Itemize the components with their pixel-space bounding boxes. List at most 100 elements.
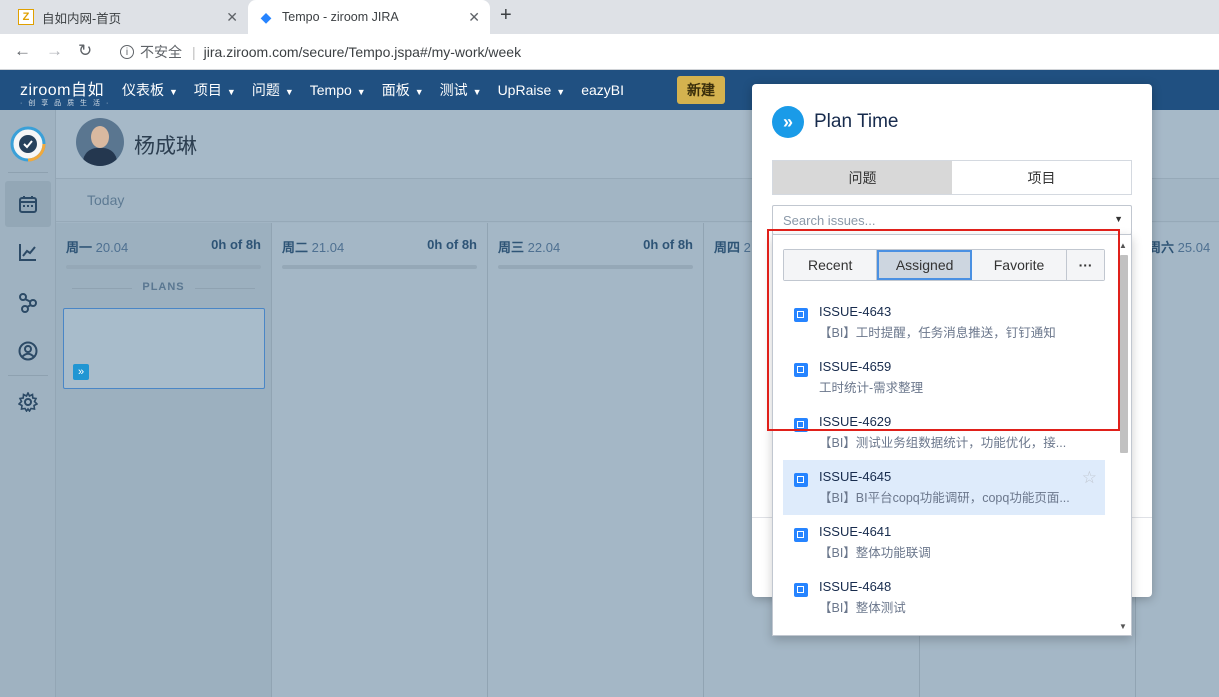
scroll-up-icon[interactable]: ▲ <box>1119 241 1127 250</box>
ziroom-favicon-icon: Z <box>18 9 34 25</box>
star-icon[interactable]: ☆ <box>1082 468 1097 488</box>
issue-key: ISSUE-4643 <box>819 304 892 319</box>
menu-issues[interactable]: 问题 ▼ <box>252 80 294 100</box>
day-hours: 0h of 8h <box>211 237 261 252</box>
url-field[interactable]: i 不安全 | jira.ziroom.com/secure/Tempo.jsp… <box>108 38 1218 66</box>
ziroom-logo[interactable]: ziroom自如 · 创 享 品 质 生 活 · <box>20 76 110 108</box>
chevron-down-icon: ▼ <box>226 87 236 97</box>
filter-favorite-button[interactable]: Favorite <box>971 250 1068 280</box>
avatar[interactable] <box>76 118 124 166</box>
menu-dashboard[interactable]: 仪表板 ▼ <box>122 80 178 100</box>
info-icon[interactable]: i <box>120 45 134 59</box>
new-tab-icon[interactable]: + <box>500 4 512 27</box>
browser-tab-jira[interactable]: ◆ Tempo - ziroom JIRA ✕ <box>248 0 490 34</box>
dropdown-scrollbar[interactable]: ▲ ▼ <box>1119 241 1129 631</box>
user-icon[interactable] <box>14 337 42 365</box>
day-date: 25.04 <box>1177 240 1211 255</box>
issue-key: ISSUE-4645 <box>819 469 892 484</box>
menu-label: 仪表板 <box>122 82 164 98</box>
issue-key: ISSUE-4659 <box>819 359 892 374</box>
chevron-down-icon[interactable]: ▼ <box>1114 214 1123 224</box>
issue-list-item[interactable]: ISSUE-4648 【BI】整体测试 <box>783 570 1105 625</box>
day-hours: 0h of 8h <box>643 237 693 252</box>
plan-card[interactable]: » <box>63 308 265 389</box>
day-header-saturday: 周六 25.04 <box>1148 237 1210 256</box>
insecure-label: 不安全 <box>140 44 182 60</box>
chevron-down-icon: ▼ <box>556 87 566 97</box>
forward-icon[interactable]: → <box>46 41 63 61</box>
user-name: 杨成琳 <box>134 135 197 158</box>
close-tab-icon[interactable]: ✕ <box>468 9 480 26</box>
issue-list-item[interactable]: ISSUE-4645 【BI】BI平台copq功能调研，copq功能页面... … <box>783 460 1105 515</box>
tempo-logo-icon[interactable] <box>10 126 46 162</box>
task-icon <box>794 308 808 322</box>
close-tab-icon[interactable]: ✕ <box>226 9 238 26</box>
menu-projects[interactable]: 项目 ▼ <box>194 80 236 100</box>
task-icon <box>794 473 808 487</box>
tab-title: Tempo - ziroom JIRA <box>282 10 399 24</box>
menu-tests[interactable]: 测试 ▼ <box>440 80 482 100</box>
create-button[interactable]: 新建 <box>677 76 725 104</box>
browser-tabbar: Z 自如内网-首页 ✕ ◆ Tempo - ziroom JIRA ✕ + <box>0 0 1219 34</box>
issue-list-item[interactable]: ISSUE-4641 【BI】整体功能联调 <box>783 515 1105 570</box>
issue-list-item[interactable]: ISSUE-4629 【BI】测试业务组数据统计，功能优化，接... <box>783 405 1105 460</box>
day-progress-bar <box>66 265 261 269</box>
day-column[interactable]: 周二 21.04 0h of 8h <box>272 223 488 697</box>
menu-upraise[interactable]: UpRaise ▼ <box>498 82 566 98</box>
menu-boards[interactable]: 面板 ▼ <box>382 80 424 100</box>
task-icon <box>794 583 808 597</box>
issue-summary: 工时统计-需求整理 <box>819 381 924 395</box>
day-name: 周一 20.04 <box>66 237 128 256</box>
issue-summary: 【BI】测试业务组数据统计，功能优化，接... <box>819 436 1067 450</box>
plan-time-icon[interactable]: » <box>73 364 89 380</box>
issue-list-item[interactable]: ISSUE-4643 【BI】工时提醒，任务消息推送，钉钉通知 <box>783 295 1105 350</box>
day-header: 周二 21.04 0h of 8h <box>282 237 477 256</box>
menu-eazybi[interactable]: eazyBI <box>581 82 624 98</box>
dialog-title: Plan Time <box>814 111 899 132</box>
more-options-button[interactable]: ··· <box>1067 250 1104 280</box>
menu-label: 面板 <box>381 82 410 98</box>
issue-summary: 【BI】整体测试 <box>819 601 906 615</box>
day-hours: 0h of 8h <box>427 237 477 252</box>
issue-summary: 【BI】整体功能联调 <box>819 546 931 560</box>
browser-tab-ziroom[interactable]: Z 自如内网-首页 ✕ <box>8 0 248 34</box>
day-name: 周三 22.04 <box>498 237 560 256</box>
today-button[interactable]: Today <box>87 192 124 208</box>
scroll-down-icon[interactable]: ▼ <box>1119 622 1127 631</box>
day-date: 22.04 <box>527 240 561 255</box>
day-weekday: 周二 <box>282 240 309 255</box>
issue-summary: 【BI】工时提醒，任务消息推送，钉钉通知 <box>819 326 1056 340</box>
issue-search-input[interactable]: Search issues... ▼ <box>772 205 1132 235</box>
jira-favicon-icon: ◆ <box>260 8 272 25</box>
day-column[interactable]: 周三 22.04 0h of 8h <box>488 223 704 697</box>
menu-label: eazyBI <box>581 82 624 98</box>
day-progress-bar <box>498 265 693 269</box>
tab-title: 自如内网-首页 <box>42 11 122 26</box>
menu-tempo[interactable]: Tempo ▼ <box>310 82 366 98</box>
scrollbar-thumb[interactable] <box>1120 255 1128 453</box>
menu-label: 测试 <box>439 82 468 98</box>
filter-assigned-button[interactable]: Assigned <box>877 250 972 280</box>
issue-key: ISSUE-4648 <box>819 579 892 594</box>
tab-projects[interactable]: 项目 <box>952 161 1131 194</box>
reload-icon[interactable]: ↻ <box>78 41 92 61</box>
chevron-down-icon: ▼ <box>356 87 366 97</box>
day-progress-bar <box>282 265 477 269</box>
day-column[interactable]: 周一 20.04 0h of 8h PLANS » <box>56 223 272 697</box>
hierarchy-icon[interactable] <box>14 289 42 317</box>
back-icon[interactable]: ← <box>14 41 31 61</box>
url-separator: | <box>192 44 196 60</box>
issue-list-item[interactable]: ISSUE-4647 <box>783 625 1105 635</box>
filter-recent-button[interactable]: Recent <box>784 250 878 280</box>
chart-icon[interactable] <box>14 238 42 266</box>
plans-label: PLANS <box>64 281 263 293</box>
issue-picker-dropdown: Recent Assigned Favorite ··· ISSUE-4643 … <box>772 234 1132 636</box>
tab-issues[interactable]: 问题 <box>773 161 952 194</box>
menu-label: 问题 <box>251 82 280 98</box>
issue-list-item[interactable]: ISSUE-4659 工时统计-需求整理 <box>783 350 1105 405</box>
gear-icon[interactable] <box>14 388 42 416</box>
logo-slogan: · 创 享 品 质 生 活 · <box>20 100 111 107</box>
chevron-down-icon: ▼ <box>414 87 424 97</box>
chevron-down-icon: ▼ <box>169 87 178 97</box>
calendar-icon[interactable] <box>5 181 51 227</box>
